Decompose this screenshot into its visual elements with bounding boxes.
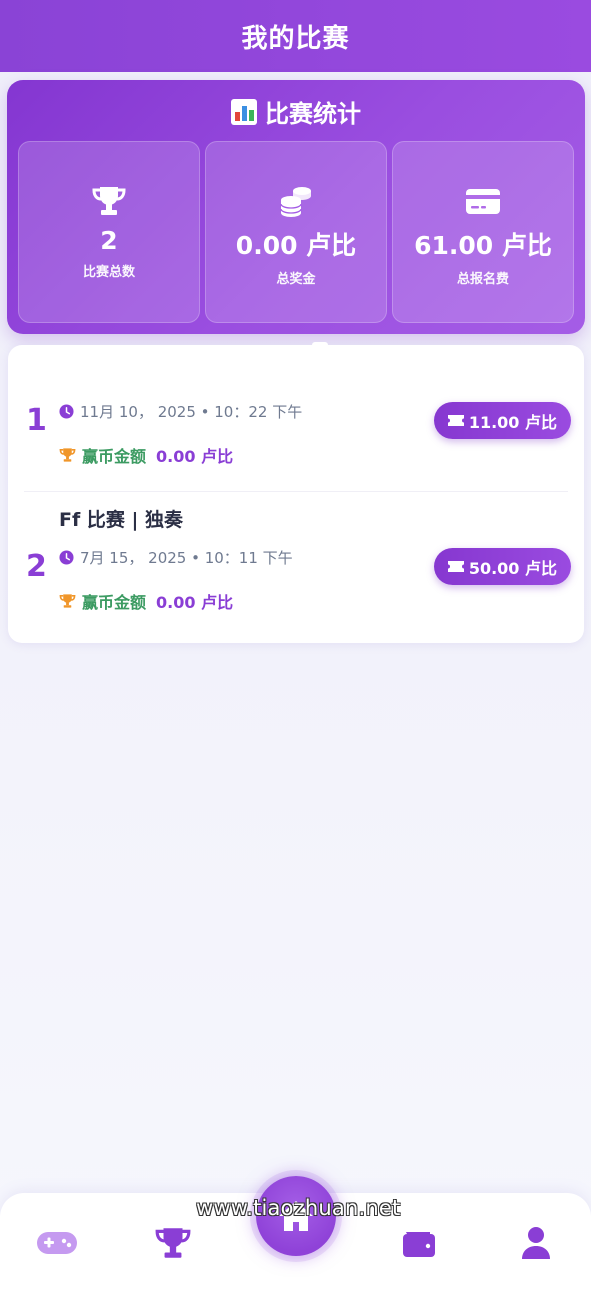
stat-total-matches: 2 比赛总数 xyxy=(18,141,200,323)
match-date-text: 7月 15， 2025 • 10：11 下午 xyxy=(80,549,293,567)
gamepad-icon xyxy=(37,1232,77,1254)
match-date: 11月 10， 2025 • 10：22 下午 xyxy=(59,401,302,422)
match-prize: 赢币金额 0.00 卢比 xyxy=(59,443,233,467)
prize-value: 0.00 卢比 xyxy=(156,593,234,612)
user-icon xyxy=(522,1227,550,1259)
stats-card: 比赛统计 2 比赛总数 0.00 卢比 总奖金 61.00 卢比 总报名费 xyxy=(7,80,585,334)
prize-value: 0.00 卢比 xyxy=(156,447,234,466)
prize-label: 赢币金额 xyxy=(82,593,147,612)
nav-wallet[interactable] xyxy=(394,1223,444,1263)
prize-label: 赢币金额 xyxy=(82,447,147,466)
match-prize: 赢币金额 0.00 卢比 xyxy=(59,589,233,613)
entry-fee-badge[interactable]: 50.00 卢比 xyxy=(433,548,571,585)
stat-label: 总报名费 xyxy=(456,272,509,287)
stat-label: 比赛总数 xyxy=(82,265,135,280)
trophy-icon xyxy=(59,594,76,608)
match-row[interactable]: Ff 比赛 | 独奏 2 7月 15， 2025 • 10：11 下午 赢币金额… xyxy=(8,491,584,643)
match-rank: 1 xyxy=(26,403,47,438)
stat-value: 0.00 卢比 xyxy=(235,231,357,260)
match-list: 1 11月 10， 2025 • 10：22 下午 赢币金额 0.00 卢比 1… xyxy=(8,342,584,643)
clock-icon xyxy=(59,404,74,419)
ticket-icon xyxy=(447,561,464,572)
nav-matches[interactable] xyxy=(148,1223,198,1263)
coins-icon xyxy=(278,184,314,218)
entry-fee-value: 50.00 卢比 xyxy=(468,558,557,578)
page-title: 我的比赛 xyxy=(241,23,350,54)
watermark: www.tiaozhuan.net xyxy=(196,1196,401,1220)
clock-icon xyxy=(59,550,74,565)
stat-label: 总奖金 xyxy=(276,272,316,287)
stat-total-prize: 0.00 卢比 总奖金 xyxy=(205,141,387,323)
nav-profile[interactable] xyxy=(511,1223,561,1263)
stat-total-fees: 61.00 卢比 总报名费 xyxy=(392,141,574,323)
app-header: 我的比赛 xyxy=(0,0,591,72)
trophy-icon xyxy=(155,1228,191,1258)
stats-heading: 比赛统计 xyxy=(7,94,585,129)
bar-chart-icon xyxy=(231,98,257,125)
wallet-icon xyxy=(403,1232,435,1257)
match-rank: 2 xyxy=(26,549,47,584)
ticket-icon xyxy=(447,415,464,426)
trophy-icon xyxy=(91,184,127,218)
entry-fee-badge[interactable]: 11.00 卢比 xyxy=(433,402,571,439)
match-row[interactable]: 1 11月 10， 2025 • 10：22 下午 赢币金额 0.00 卢比 1… xyxy=(8,345,584,491)
stats-title: 比赛统计 xyxy=(265,100,361,128)
match-date-text: 11月 10， 2025 • 10：22 下午 xyxy=(80,403,303,421)
credit-card-icon xyxy=(465,184,501,218)
nav-games[interactable] xyxy=(32,1223,82,1263)
trophy-icon xyxy=(59,448,76,462)
match-title: Ff 比赛 | 独奏 xyxy=(59,509,184,531)
stat-value: 61.00 卢比 xyxy=(414,231,552,260)
match-date: 7月 15， 2025 • 10：11 下午 xyxy=(59,547,293,568)
entry-fee-value: 11.00 卢比 xyxy=(468,412,557,432)
stat-value: 2 xyxy=(100,226,118,255)
